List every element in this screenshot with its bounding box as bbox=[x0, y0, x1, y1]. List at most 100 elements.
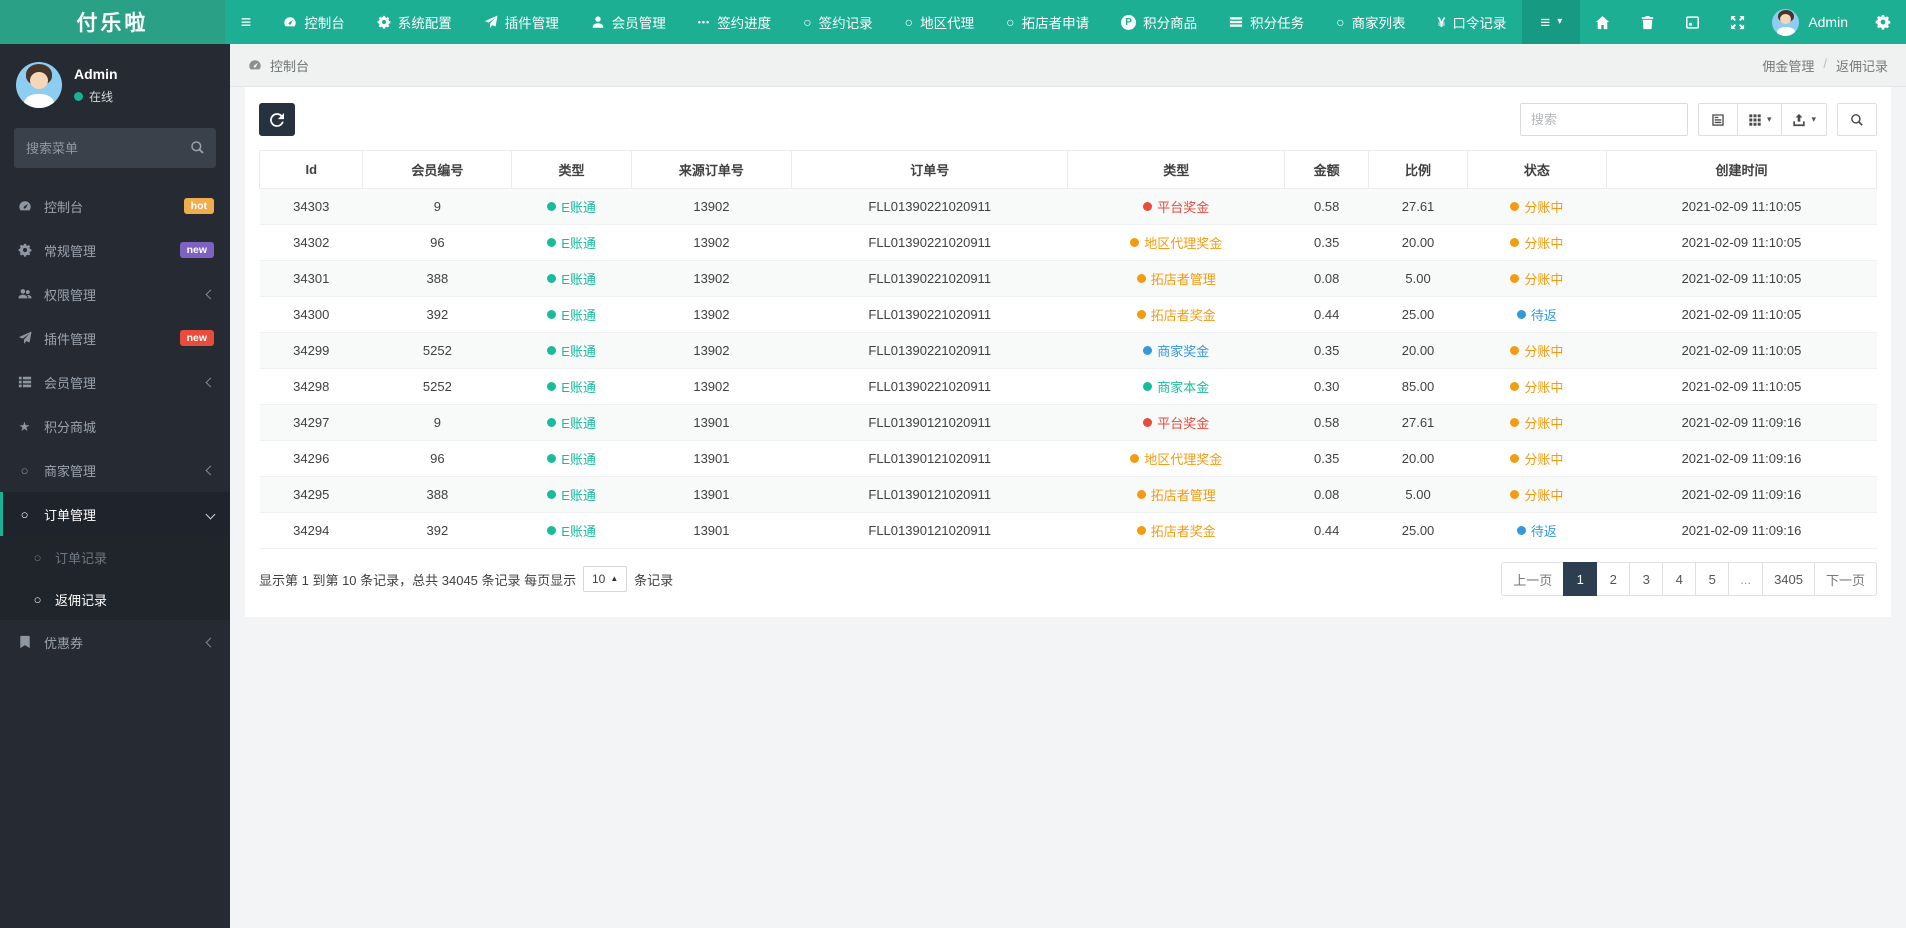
sidebar-toggle-button[interactable]: ≡ bbox=[225, 0, 268, 44]
column-header[interactable]: 会员编号 bbox=[362, 150, 513, 189]
export-button[interactable]: ▾ bbox=[1782, 103, 1827, 136]
status-dot bbox=[1510, 382, 1520, 391]
account-type-badge: E账通 bbox=[547, 197, 596, 216]
column-header[interactable]: 创建时间 bbox=[1605, 150, 1878, 189]
status-dot bbox=[1516, 310, 1526, 319]
table-row[interactable]: 34301 388 E账通 13902 FLL01390221020911 拓店者管理 0.… bbox=[259, 260, 1877, 297]
column-header[interactable]: Id bbox=[258, 150, 364, 189]
menu-search-input[interactable] bbox=[14, 128, 216, 168]
column-header[interactable]: 订单号 bbox=[790, 150, 1069, 189]
status-dot bbox=[1143, 418, 1153, 427]
nav-item-shop-applicant[interactable]: ○ 拓店者申请 bbox=[990, 0, 1105, 44]
status-dot bbox=[1143, 202, 1153, 211]
table-row[interactable]: 34296 96 E账通 13901 FLL01390121020911 地区代理奖金 0.… bbox=[259, 440, 1877, 477]
table-row[interactable]: 34298 5252 E账通 13902 FLL01390221020911 商家本金 0.… bbox=[259, 368, 1877, 405]
nav-item-plugin-manage[interactable]: 插件管理 bbox=[468, 0, 575, 44]
breadcrumb-parent[interactable]: 佣金管理 bbox=[1762, 56, 1814, 75]
status-dot bbox=[1136, 310, 1146, 319]
status-dot bbox=[1510, 418, 1520, 427]
username-label: Admin bbox=[1808, 14, 1848, 30]
status-badge: 分账中 bbox=[1510, 341, 1563, 360]
page-button-4[interactable]: 4 bbox=[1662, 562, 1697, 596]
brand-logo[interactable]: 付乐啦 bbox=[0, 0, 225, 44]
page-button-2[interactable]: 2 bbox=[1596, 562, 1631, 596]
table-row[interactable]: 34297 9 E账通 13901 FLL01390121020911 平台奖金 0.58 2… bbox=[259, 404, 1877, 441]
chevron-left-icon bbox=[205, 637, 216, 647]
column-header[interactable]: 比例 bbox=[1368, 150, 1468, 189]
account-type-badge: E账通 bbox=[547, 269, 596, 288]
refresh-button[interactable] bbox=[259, 103, 295, 136]
column-header[interactable]: 来源订单号 bbox=[630, 150, 792, 189]
nav-item-merchant-list[interactable]: ○ 商家列表 bbox=[1320, 0, 1421, 44]
user-menu[interactable]: Admin bbox=[1760, 0, 1860, 44]
sidebar-item-points-mall[interactable]: ★ 积分商城 bbox=[0, 404, 230, 448]
sidebar-item-permission-manage[interactable]: 权限管理 bbox=[0, 272, 230, 316]
gears-icon bbox=[1875, 14, 1891, 30]
paper-plane-icon bbox=[484, 15, 498, 29]
nav-item-sign-progress[interactable]: ••• 签约进度 bbox=[682, 0, 787, 44]
yen-icon: ¥ bbox=[1437, 14, 1446, 30]
page-button-3405[interactable]: 3405 bbox=[1762, 562, 1815, 596]
export-icon bbox=[1792, 113, 1806, 127]
new-badge: new bbox=[179, 330, 214, 346]
clear-cache-button[interactable] bbox=[1625, 0, 1670, 44]
table-row[interactable]: 34303 9 E账通 13902 FLL01390221020911 平台奖金 0.58 2… bbox=[259, 188, 1877, 225]
table-row[interactable]: 34299 5252 E账通 13902 FLL01390221020911 商家奖金 0.… bbox=[259, 332, 1877, 369]
status-dot bbox=[1510, 454, 1520, 463]
column-header[interactable]: 类型 bbox=[1067, 150, 1286, 189]
table-row[interactable]: 34294 392 E账通 13901 FLL01390121020911 拓店者奖金 0.… bbox=[259, 512, 1877, 549]
page-size-select[interactable]: 10 ▲ bbox=[583, 566, 628, 592]
nav-item-password-records[interactable]: ¥ 口令记录 bbox=[1422, 0, 1523, 44]
breadcrumb-left-label[interactable]: 控制台 bbox=[270, 56, 309, 75]
page-button-next[interactable]: 下一页 bbox=[1813, 562, 1877, 596]
nav-item-sign-records[interactable]: ○ 签约记录 bbox=[787, 0, 888, 44]
sidebar-item-merchant-manage[interactable]: ○ 商家管理 bbox=[0, 448, 230, 492]
users-icon bbox=[18, 287, 32, 301]
column-header[interactable]: 类型 bbox=[511, 150, 632, 189]
nav-item-points-task[interactable]: 积分任务 bbox=[1213, 0, 1320, 44]
toggle-view-button[interactable] bbox=[1697, 103, 1738, 136]
circle-icon: ○ bbox=[33, 549, 42, 565]
search-toggle-button[interactable] bbox=[1837, 103, 1877, 136]
table-row[interactable]: 34302 96 E账通 13902 FLL01390221020911 地区代理奖金 0.… bbox=[259, 224, 1877, 261]
columns-button[interactable]: ▾ bbox=[1737, 103, 1783, 136]
hot-badge: hot bbox=[183, 198, 214, 214]
sidebar-item-rebate-records[interactable]: ○ 返佣记录 bbox=[0, 578, 230, 620]
message-button[interactable] bbox=[1670, 0, 1715, 44]
page-button-3[interactable]: 3 bbox=[1629, 562, 1664, 596]
caret-up-icon: ▲ bbox=[610, 574, 619, 583]
sidebar-item-order-manage[interactable]: ○ 订单管理 bbox=[0, 492, 230, 536]
column-header[interactable]: 状态 bbox=[1466, 150, 1607, 189]
page-button-1[interactable]: 1 bbox=[1563, 562, 1598, 596]
pagination: 上一页 1 2 3 4 5... 3405 下一页 bbox=[1501, 562, 1877, 596]
sidebar-item-general-manage[interactable]: 常规管理 new bbox=[0, 228, 230, 272]
sidebar: Admin 在线 控制台hot常规管理new权限管理插件管理new会员管理★积分… bbox=[0, 44, 230, 928]
fullscreen-button[interactable] bbox=[1715, 0, 1760, 44]
sidebar-item-plugin-manage[interactable]: 插件管理 new bbox=[0, 316, 230, 360]
nav-item-system-config[interactable]: 系统配置 bbox=[361, 0, 468, 44]
gauge-icon bbox=[283, 15, 297, 29]
sidebar-item-order-records[interactable]: ○ 订单记录 bbox=[0, 536, 230, 578]
records-panel: ▾ ▾ Id会员编号类型来源订单号订单号类型金额比例状态创建时间 343039 bbox=[245, 87, 1891, 617]
records-summary: 显示第 1 到第 10 条记录，总共 34045 条记录 每页显示 bbox=[259, 572, 577, 588]
nav-item-member-manage[interactable]: 会员管理 bbox=[575, 0, 682, 44]
gauge-icon bbox=[248, 58, 262, 72]
column-header[interactable]: 金额 bbox=[1284, 150, 1370, 189]
home-icon bbox=[1595, 15, 1610, 30]
account-type-badge: E账通 bbox=[547, 305, 596, 324]
home-button[interactable] bbox=[1580, 0, 1625, 44]
sidebar-item-dashboard[interactable]: 控制台 hot bbox=[0, 184, 230, 228]
page-button-prev[interactable]: 上一页 bbox=[1501, 562, 1565, 596]
nav-more-dropdown-toggle[interactable]: ≡ ▾ bbox=[1522, 0, 1581, 44]
nav-item-region-agent[interactable]: ○ 地区代理 bbox=[889, 0, 990, 44]
page-button-5[interactable]: 5 bbox=[1695, 562, 1730, 596]
table-row[interactable]: 34300 392 E账通 13902 FLL01390221020911 拓店者奖金 0.… bbox=[259, 296, 1877, 333]
page-button-ellipsis: ... bbox=[1728, 562, 1764, 596]
settings-button[interactable] bbox=[1860, 0, 1906, 44]
sidebar-item-coupon[interactable]: 优惠券 bbox=[0, 620, 230, 664]
nav-item-dashboard[interactable]: 控制台 bbox=[267, 0, 361, 44]
table-search-input[interactable] bbox=[1519, 103, 1688, 136]
nav-item-points-goods[interactable]: P 积分商品 bbox=[1105, 0, 1213, 44]
sidebar-item-member-manage[interactable]: 会员管理 bbox=[0, 360, 230, 404]
table-row[interactable]: 34295 388 E账通 13901 FLL01390121020911 拓店者管理 0.… bbox=[259, 476, 1877, 513]
